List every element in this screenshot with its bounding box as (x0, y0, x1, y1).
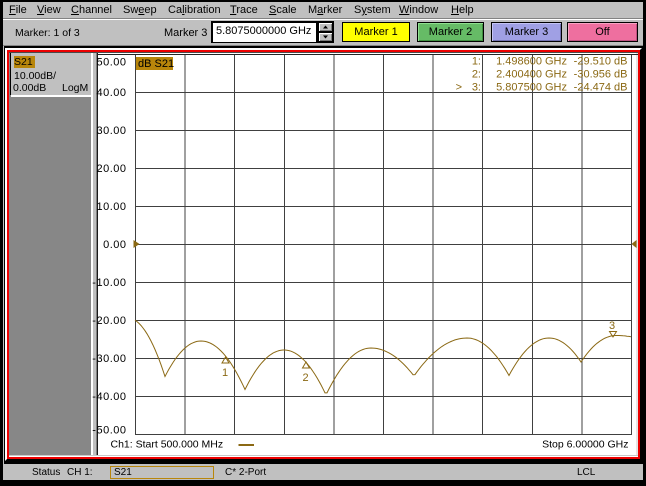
svg-text:3:: 3: (472, 82, 481, 94)
svg-text:-30.956 dB: -30.956 dB (574, 69, 628, 81)
svg-text:30.00: 30.00 (96, 125, 126, 137)
svg-text:50.00: 50.00 (96, 57, 126, 69)
svg-text:>: > (456, 82, 462, 94)
svg-text:20.00: 20.00 (96, 163, 126, 175)
svg-text:Ch1: Start 500.000 MHz: Ch1: Start 500.000 MHz (111, 439, 224, 451)
svg-text:1:: 1: (472, 56, 481, 68)
svg-text:-30.00: -30.00 (92, 353, 126, 365)
svg-text:1.498600 GHz: 1.498600 GHz (496, 56, 567, 68)
svg-text:3: 3 (609, 320, 615, 332)
svg-text:1: 1 (222, 367, 228, 379)
svg-text:10.00: 10.00 (96, 201, 126, 213)
svg-text:2: 2 (303, 372, 309, 384)
svg-text:-29.510 dB: -29.510 dB (574, 56, 628, 68)
svg-text:-20.00: -20.00 (92, 315, 126, 327)
svg-text:-50.00: -50.00 (92, 425, 126, 437)
svg-text:5.807500 GHz: 5.807500 GHz (496, 82, 567, 94)
svg-text:2:: 2: (472, 69, 481, 81)
svg-text:dB S21: dB S21 (138, 58, 174, 70)
svg-text:-24.474 dB: -24.474 dB (574, 82, 628, 94)
svg-text:-40.00: -40.00 (92, 391, 126, 403)
svg-text:Stop 6.00000 GHz: Stop 6.00000 GHz (542, 439, 628, 451)
svg-text:-10.00: -10.00 (92, 277, 126, 289)
svg-text:2.400400 GHz: 2.400400 GHz (496, 69, 567, 81)
svg-text:40.00: 40.00 (96, 87, 126, 99)
svg-text:0.00: 0.00 (103, 239, 126, 251)
